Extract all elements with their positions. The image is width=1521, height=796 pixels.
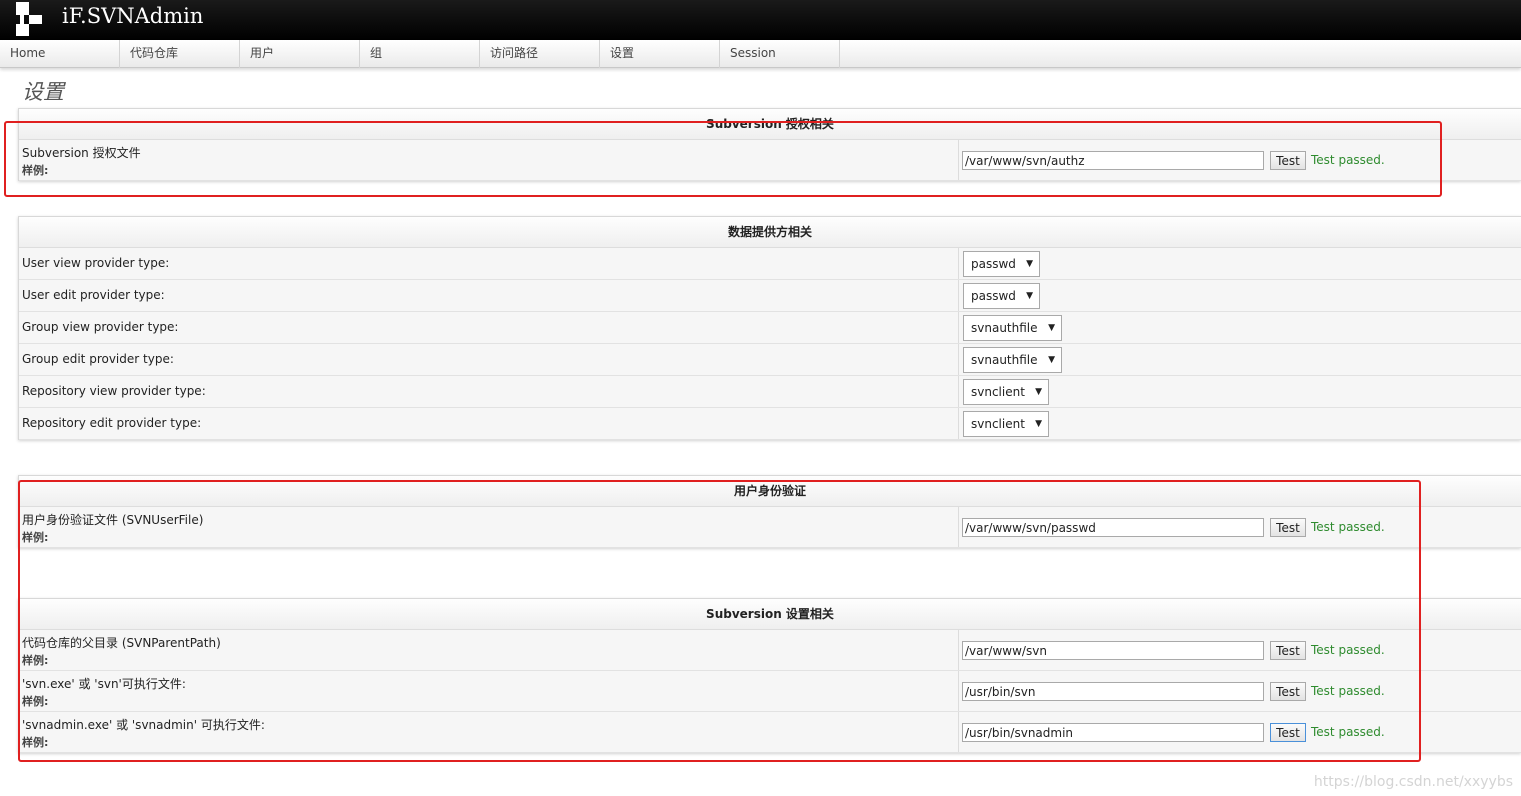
setting-label: 'svn.exe' 或 'svn'可执行文件: — [22, 677, 186, 691]
nav-item-groups[interactable]: 组 — [360, 40, 480, 68]
nav-item-session[interactable]: Session — [720, 40, 840, 68]
table-row: 'svnadmin.exe' 或 'svnadmin' 可执行文件: 样例: T… — [19, 712, 1521, 753]
main-nav: Home 代码仓库 用户 组 访问路径 设置 Session — [0, 40, 1521, 68]
setting-label: Group view provider type: — [22, 320, 179, 334]
example-label: 样例: — [22, 695, 49, 708]
setting-label: Subversion 授权文件 — [22, 146, 141, 160]
authz-settings-section: Subversion 授权相关 Subversion 授权文件 样例: Test… — [18, 108, 1521, 181]
setting-label: User edit provider type: — [22, 288, 165, 302]
provider-settings-section: 数据提供方相关 User view provider type: passwd … — [18, 216, 1521, 440]
section-header: Subversion 设置相关 — [19, 599, 1521, 630]
user-view-provider-select[interactable]: passwd ▼ — [963, 251, 1040, 277]
nav-item-settings[interactable]: 设置 — [600, 40, 720, 68]
select-value: passwd — [971, 289, 1016, 303]
test-user-file-button[interactable]: Test — [1270, 518, 1306, 537]
setting-label: 用户身份验证文件 (SVNUserFile) — [22, 513, 204, 527]
dropdown-arrow-icon: ▼ — [1048, 323, 1055, 333]
setting-label: User view provider type: — [22, 256, 170, 270]
table-row: 'svn.exe' 或 'svn'可执行文件: 样例: Test Test pa… — [19, 671, 1521, 712]
app-title: iF.SVNAdmin — [62, 4, 204, 28]
repo-edit-provider-select[interactable]: svnclient ▼ — [963, 411, 1049, 437]
select-value: passwd — [971, 257, 1016, 271]
status-text: Test passed. — [1311, 725, 1385, 739]
test-parent-path-button[interactable]: Test — [1270, 641, 1306, 660]
nav-item-access-paths[interactable]: 访问路径 — [480, 40, 600, 68]
section-header: 用户身份验证 — [19, 476, 1521, 507]
dropdown-arrow-icon: ▼ — [1035, 387, 1042, 397]
test-svnadmin-exe-button[interactable]: Test — [1270, 723, 1306, 742]
svnadmin-exe-input[interactable] — [962, 723, 1264, 742]
group-view-provider-select[interactable]: svnauthfile ▼ — [963, 315, 1062, 341]
dropdown-arrow-icon: ▼ — [1026, 291, 1033, 301]
authz-file-input[interactable] — [962, 151, 1264, 170]
table-row: Group edit provider type: svnauthfile ▼ — [19, 344, 1521, 376]
example-label: 样例: — [22, 654, 49, 667]
watermark: https://blog.csdn.net/xxyybs — [1313, 774, 1513, 790]
dropdown-arrow-icon: ▼ — [1035, 419, 1042, 429]
svn-settings-section: Subversion 设置相关 代码仓库的父目录 (SVNParentPath)… — [18, 598, 1521, 753]
status-text: Test passed. — [1311, 643, 1385, 657]
svn-exe-input[interactable] — [962, 682, 1264, 701]
nav-item-repositories[interactable]: 代码仓库 — [120, 40, 240, 68]
select-value: svnauthfile — [971, 321, 1038, 335]
parent-path-input[interactable] — [962, 641, 1264, 660]
dropdown-arrow-icon: ▼ — [1026, 259, 1033, 269]
group-edit-provider-select[interactable]: svnauthfile ▼ — [963, 347, 1062, 373]
auth-settings-section: 用户身份验证 用户身份验证文件 (SVNUserFile) 样例: Test T… — [18, 475, 1521, 548]
section-header: 数据提供方相关 — [19, 217, 1521, 248]
setting-label: Repository view provider type: — [22, 384, 206, 398]
table-row: Repository edit provider type: svnclient… — [19, 408, 1521, 440]
user-file-input[interactable] — [962, 518, 1264, 537]
section-header: Subversion 授权相关 — [19, 109, 1521, 140]
setting-label: 代码仓库的父目录 (SVNParentPath) — [22, 636, 221, 650]
setting-label: Group edit provider type: — [22, 352, 174, 366]
setting-label: 'svnadmin.exe' 或 'svnadmin' 可执行文件: — [22, 718, 265, 732]
setting-label: Repository edit provider type: — [22, 416, 202, 430]
example-label: 样例: — [22, 164, 49, 177]
repo-view-provider-select[interactable]: svnclient ▼ — [963, 379, 1049, 405]
table-row: User edit provider type: passwd ▼ — [19, 280, 1521, 312]
table-row: Repository view provider type: svnclient… — [19, 376, 1521, 408]
status-text: Test passed. — [1311, 684, 1385, 698]
select-value: svnclient — [971, 417, 1025, 431]
app-logo-icon — [16, 2, 44, 36]
table-row: Subversion 授权文件 样例: Test Test passed. — [19, 140, 1521, 181]
example-label: 样例: — [22, 736, 49, 749]
nav-item-home[interactable]: Home — [0, 40, 120, 68]
user-edit-provider-select[interactable]: passwd ▼ — [963, 283, 1040, 309]
app-header: iF.SVNAdmin — [0, 0, 1521, 40]
example-label: 样例: — [22, 531, 49, 544]
table-row: User view provider type: passwd ▼ — [19, 248, 1521, 280]
status-text: Test passed. — [1311, 520, 1385, 534]
select-value: svnclient — [971, 385, 1025, 399]
status-text: Test passed. — [1311, 153, 1385, 167]
nav-item-users[interactable]: 用户 — [240, 40, 360, 68]
test-svn-exe-button[interactable]: Test — [1270, 682, 1306, 701]
table-row: Group view provider type: svnauthfile ▼ — [19, 312, 1521, 344]
test-authz-button[interactable]: Test — [1270, 151, 1306, 170]
page-title: 设置 — [22, 80, 64, 104]
select-value: svnauthfile — [971, 353, 1038, 367]
table-row: 用户身份验证文件 (SVNUserFile) 样例: Test Test pas… — [19, 507, 1521, 548]
table-row: 代码仓库的父目录 (SVNParentPath) 样例: Test Test p… — [19, 630, 1521, 671]
dropdown-arrow-icon: ▼ — [1048, 355, 1055, 365]
